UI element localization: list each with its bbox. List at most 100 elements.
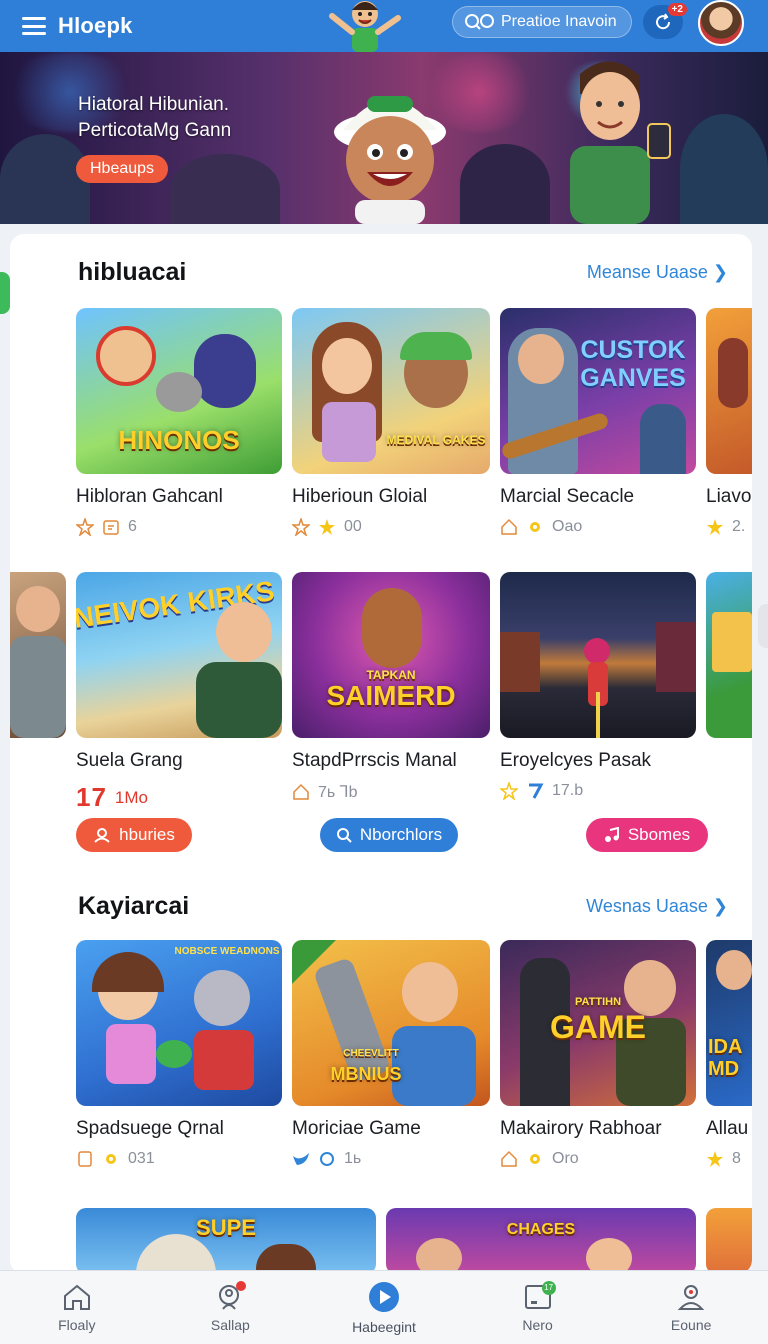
nav-item-news[interactable]: 17 Nero	[461, 1271, 615, 1344]
game-card[interactable]	[706, 572, 752, 738]
game-meta: 6	[76, 518, 282, 536]
notification-badge: +2	[667, 3, 687, 16]
gear-icon	[106, 1154, 116, 1164]
game-meta: Oro	[500, 1150, 696, 1168]
star-icon	[707, 519, 723, 535]
game-thumbnail: NOBSCE WEADNONS	[76, 940, 282, 1106]
game-meta-value: 1ь	[344, 1150, 362, 1167]
bird-icon	[293, 1153, 309, 1165]
game-title: Hibloran Gahcanl	[76, 486, 223, 507]
game-thumbnail: SUPE	[76, 1208, 376, 1274]
game-thumbnail: HINONOS	[76, 308, 282, 474]
thumb-text: HINONOS	[118, 425, 240, 455]
game-meta-value: 031	[128, 1150, 155, 1167]
game-card[interactable]: PATTIHN GAME Makairory Rabhoar Oro	[500, 940, 696, 1168]
scroll-handle[interactable]	[758, 604, 768, 648]
game-title: StapdPrrscis Manal	[292, 750, 457, 771]
game-title: Marcial Secacle	[500, 486, 635, 507]
game-meta-value: 00	[344, 518, 362, 535]
search-button[interactable]: Preatioe Inavoin	[452, 6, 632, 38]
game-card[interactable]: Liavo 2.	[706, 308, 752, 536]
top-bar: Hloepk Preatioe Inavoin +2	[0, 0, 768, 52]
calendar-icon	[103, 520, 119, 535]
game-meta: Oao	[500, 518, 696, 536]
action-label: Sbomes	[627, 825, 691, 844]
nav-item-profile[interactable]: Eoune	[614, 1271, 768, 1344]
star-outline-icon	[292, 518, 310, 536]
search-icon	[336, 828, 352, 843]
game-thumbnail: TAPKAN SAIMERD	[292, 572, 490, 738]
bookmark-icon	[78, 1151, 92, 1167]
thumb-text: MBNIUS	[330, 1064, 402, 1084]
game-meta-value: 7ь ⅂b	[318, 784, 358, 801]
game-card[interactable]: SUPE	[76, 1208, 376, 1274]
game-card[interactable]: CHAGES	[386, 1208, 696, 1274]
game-thumbnail	[10, 572, 66, 738]
game-title: Suela Grang	[76, 750, 183, 771]
search-icon	[465, 14, 494, 30]
star-icon	[707, 1151, 723, 1167]
mascot-illustration	[329, 1, 401, 52]
star-outline-icon	[500, 782, 518, 800]
game-title: Spadsuege Qrnal	[76, 1118, 224, 1139]
nav-item-play[interactable]: Habeegint	[307, 1271, 461, 1344]
section1-header: hibluacai Meanse Uaase ❯	[78, 258, 728, 287]
nav-label: Sallap	[210, 1316, 250, 1333]
game-meta-rank: 17	[76, 782, 107, 812]
section1-see-all-link[interactable]: Meanse Uaase ❯	[587, 262, 728, 283]
star-icon	[319, 519, 335, 535]
action-label: hburies	[119, 825, 175, 844]
game-card[interactable]: Eroyelcyes Pasak 17.b	[500, 572, 696, 800]
avatar[interactable]	[698, 0, 744, 46]
notification-button[interactable]: +2	[643, 3, 687, 39]
thumb-text: CUSTOK GANVES	[580, 336, 686, 392]
game-title: Allau	[706, 1118, 749, 1139]
game-card[interactable]: HINONOS Hibloran Gahcanl 6	[76, 308, 282, 536]
game-card[interactable]: IDA MD Allau 8	[706, 940, 752, 1168]
game-meta-value: 17.b	[552, 782, 584, 799]
game-meta-value: Oao	[552, 518, 583, 535]
nav-item-search[interactable]: Sallap	[154, 1271, 308, 1344]
thumb-text: NOBSCE WEADNONS	[174, 946, 280, 957]
hero-banner[interactable]: Hiatoral Hibunian. PerticotaMg Gann Hbea…	[0, 52, 768, 224]
game-card[interactable]	[10, 572, 66, 738]
game-thumbnail: MEDIVAL GAKES	[292, 308, 490, 474]
home-outline-icon	[501, 518, 517, 535]
nav-badge: 17	[541, 1281, 556, 1295]
game-thumbnail: CUSTOK GANVES	[500, 308, 696, 474]
game-card[interactable]: CHEEVLITT MBNIUS Moriciae Game 1ь	[292, 940, 490, 1168]
nav-item-home[interactable]: Floaly	[0, 1271, 154, 1344]
action-button-2[interactable]: Nborchlors	[320, 818, 458, 852]
game-title: Liavo	[706, 486, 752, 507]
thumb-text: SAIMERD	[326, 680, 456, 711]
section2-see-all-link[interactable]: Wesnas Uaase ❯	[586, 896, 728, 917]
game-meta-value: 6	[128, 518, 137, 535]
action-button-3[interactable]: Sbomes	[586, 818, 708, 852]
action-label: Nborchlors	[359, 825, 443, 844]
action-button-1[interactable]: hburies	[76, 818, 192, 852]
game-card[interactable]: CUSTOK GANVES Marcial Secacle Oao	[500, 308, 696, 536]
play-icon	[368, 1281, 399, 1312]
menu-icon[interactable]	[22, 17, 46, 35]
music-icon	[604, 827, 619, 842]
game-meta-value: 8	[732, 1150, 741, 1167]
game-card[interactable]: MEDIVAL GAKES Hiberioun Gloial 00	[292, 308, 490, 536]
section2-title: Kayiarcai	[78, 892, 190, 920]
game-card[interactable]: NOBSCE WEADNONS Spadsuege Qrnal 031	[76, 940, 282, 1168]
app-brand[interactable]: Hloepk	[58, 13, 133, 39]
bottom-navigation: Floaly Sallap Habeegint 17 Nero Eoune	[0, 1270, 768, 1344]
game-title: Moriciae Game	[292, 1118, 421, 1139]
game-card[interactable]	[706, 1208, 752, 1274]
home-outline-icon	[501, 1150, 517, 1167]
game-card[interactable]: TAPKAN SAIMERD StapdPrrscis Manal 7ь ⅂b	[292, 572, 490, 802]
hero-title: Hiatoral Hibunian. PerticotaMg Gann	[78, 92, 231, 144]
refresh-icon	[656, 13, 671, 30]
hero-mascot-illustration	[334, 96, 446, 224]
game-thumbnail: CHAGES	[386, 1208, 696, 1274]
star-outline-icon	[76, 518, 94, 536]
game-card[interactable]: NEIVOK KIRKS Suela Grang 17 1Mo	[76, 572, 282, 813]
side-drawer-handle[interactable]	[0, 272, 10, 314]
game-title: Eroyelcyes Pasak	[500, 750, 652, 771]
hero-button[interactable]: Hbeaups	[76, 155, 169, 183]
nav-label: Floaly	[58, 1316, 96, 1333]
